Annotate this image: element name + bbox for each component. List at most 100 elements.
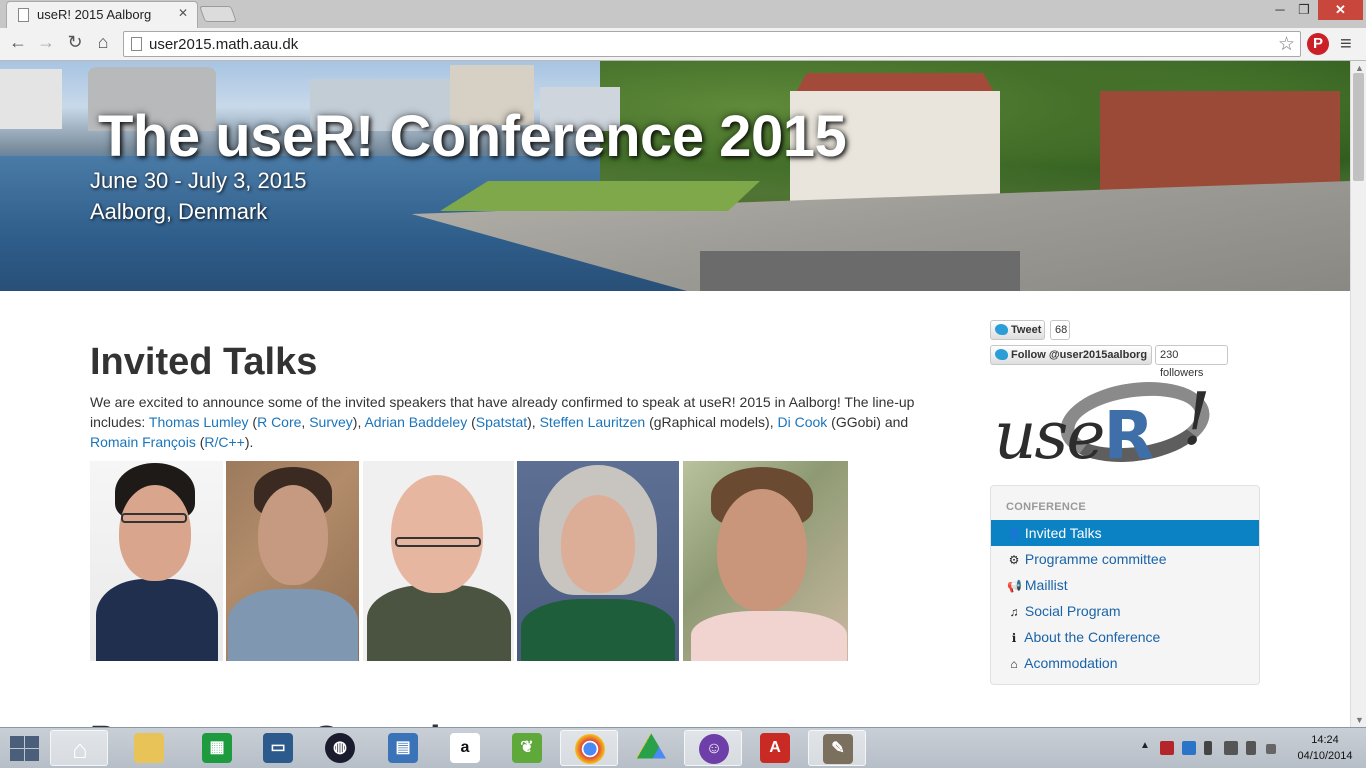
bookmark-star-icon[interactable]: ☆	[1278, 33, 1295, 56]
tray-expand-icon[interactable]: ▲	[1140, 740, 1154, 754]
taskbar-acrobat[interactable]: A	[746, 730, 804, 766]
scrollbar-thumb[interactable]	[1353, 73, 1364, 181]
taskbar-app-launcher[interactable]: ◍	[311, 730, 369, 766]
scroll-down-icon[interactable]: ▼	[1355, 715, 1364, 725]
logo-word: use	[994, 397, 1105, 474]
page-icon	[131, 37, 142, 51]
sidebar-item-maillist[interactable]: 📢 Maillist	[991, 572, 1259, 598]
user-logo: useR !	[990, 372, 1230, 483]
sidebar-item-about[interactable]: ℹ About the Conference	[991, 624, 1259, 650]
taskbar-gimp[interactable]: ✎	[808, 730, 866, 766]
taskbar-chrome[interactable]	[560, 730, 618, 766]
logo-exclamation: !	[1182, 377, 1211, 461]
hamburger-menu-icon[interactable]: ≡	[1340, 33, 1352, 56]
home-icon[interactable]: ⌂	[91, 32, 115, 53]
tweet-button[interactable]: Tweet	[990, 320, 1045, 340]
music-note-icon: ♫	[1009, 605, 1019, 619]
minimize-button[interactable]: ─	[1268, 0, 1292, 20]
browser-tab[interactable]: useR! 2015 Aalborg ✕	[6, 1, 198, 28]
scroll-up-icon[interactable]: ▲	[1355, 63, 1364, 73]
megaphone-icon: 📢	[1007, 579, 1022, 593]
link-spatstat[interactable]: Spatstat	[476, 414, 527, 430]
battery-icon[interactable]	[1204, 741, 1212, 755]
logo-text: useR	[994, 397, 1154, 474]
sidebar-item-invited-talks[interactable]: 👤 Invited Talks	[991, 520, 1259, 546]
windows-taskbar: ⌂ ▦ ▭ ◍ ▤ a ❦ ☺ A ✎ ▲ 14:24 04/10/2014	[0, 727, 1366, 768]
section-title: Programme Committee	[90, 719, 508, 727]
taskbar-messaging[interactable]: ▤	[374, 730, 432, 766]
taskbar-google-drive[interactable]	[622, 730, 680, 766]
volume-icon[interactable]	[1246, 741, 1256, 755]
taskbar-file-explorer[interactable]	[120, 730, 178, 766]
logo-r: R	[1103, 397, 1154, 474]
link-thomas-lumley[interactable]: Thomas Lumley	[149, 414, 249, 430]
taskbar-remote-desktop[interactable]: ▭	[249, 730, 307, 766]
intro-text: ),	[527, 414, 540, 430]
speaker-photo	[683, 461, 848, 661]
reload-icon[interactable]: ↻	[63, 32, 87, 53]
page-title: Invited Talks	[90, 341, 318, 383]
link-adrian-baddeley[interactable]: Adrian Baddeley	[364, 414, 467, 430]
tab-close-icon[interactable]: ✕	[178, 6, 188, 20]
chrome-icon	[575, 734, 605, 764]
flag-icon[interactable]	[1266, 744, 1276, 754]
forward-icon[interactable]: →	[34, 32, 58, 53]
link-r-core[interactable]: R Core	[257, 414, 301, 430]
sidebar-item-label: Invited Talks	[1024, 525, 1102, 541]
banner-quay	[700, 251, 1020, 291]
intro-text: (	[467, 414, 476, 430]
banner-title: The useR! Conference 2015	[98, 104, 847, 169]
header-banner: The useR! Conference 2015 June 30 - July…	[0, 61, 1350, 291]
taskbar-evernote[interactable]: ❦	[498, 730, 556, 766]
network-icon[interactable]	[1224, 741, 1238, 755]
start-button[interactable]	[8, 734, 40, 762]
back-icon[interactable]: ←	[6, 32, 30, 53]
folder-icon	[134, 733, 164, 763]
photo-face	[258, 485, 328, 585]
speaker-photo	[226, 461, 359, 661]
twitter-bird-icon	[995, 324, 1008, 335]
link-romain-francois[interactable]: Romain François	[90, 434, 196, 450]
browser-title-bar: useR! 2015 Aalborg ✕ ─ ❐ ✕	[0, 0, 1366, 28]
photo-body	[228, 589, 358, 661]
pinterest-icon[interactable]: P	[1307, 33, 1329, 55]
link-steffen-lauritzen[interactable]: Steffen Lauritzen	[540, 414, 646, 430]
follow-label: Follow @user2015aalborg	[1011, 349, 1148, 361]
clock-date: 04/10/2014	[1297, 750, 1353, 762]
sidebar-item-accommodation[interactable]: ⌂ Acommodation	[991, 650, 1259, 676]
speaker-photo	[363, 461, 514, 661]
photo-body	[96, 579, 218, 661]
taskbar-store[interactable]: ▦	[188, 730, 246, 766]
maximize-button[interactable]: ❐	[1292, 0, 1316, 20]
google-drive-icon	[636, 733, 666, 759]
evernote-icon: ❦	[512, 733, 542, 763]
taskbar-github[interactable]: ☺	[684, 730, 742, 766]
link-survey[interactable]: Survey	[309, 414, 353, 430]
user-icon: 👤	[1007, 527, 1022, 541]
link-di-cook[interactable]: Di Cook	[777, 414, 827, 430]
new-tab-button[interactable]	[199, 6, 237, 22]
app-launcher-icon: ◍	[325, 733, 355, 763]
gear-icon: ⚙	[1008, 553, 1020, 567]
address-bar[interactable]: user2015.math.aau.dk ☆	[123, 31, 1301, 57]
banner-dates: June 30 - July 3, 2015	[90, 168, 307, 193]
intro-paragraph: We are excited to announce some of the i…	[90, 392, 930, 452]
intro-text: (gRaphical models),	[645, 414, 778, 430]
sidebar-item-programme-committee[interactable]: ⚙ Programme committee	[991, 546, 1259, 572]
antivirus-icon[interactable]	[1160, 741, 1174, 755]
taskbar-clock[interactable]: 14:24 04/10/2014	[1290, 732, 1360, 764]
sidebar-item-label: Maillist	[1024, 577, 1068, 593]
close-window-button[interactable]: ✕	[1318, 0, 1363, 20]
url-text[interactable]: user2015.math.aau.dk	[149, 36, 298, 53]
taskbar-home-button[interactable]: ⌂	[50, 730, 108, 766]
sidebar-item-social-program[interactable]: ♫ Social Program	[991, 598, 1259, 624]
follow-button[interactable]: Follow @user2015aalborg	[990, 345, 1152, 365]
link-r-cpp[interactable]: R/C++	[204, 434, 244, 450]
clock-time: 14:24	[1311, 734, 1339, 746]
dropbox-icon[interactable]	[1182, 741, 1196, 755]
messaging-icon: ▤	[388, 733, 418, 763]
twitter-bird-icon	[995, 349, 1008, 360]
sidebar-nav: CONFERENCE 👤 Invited Talks ⚙ Programme c…	[990, 485, 1260, 685]
page-scrollbar[interactable]: ▲ ▼	[1350, 61, 1366, 727]
taskbar-amazon[interactable]: a	[436, 730, 494, 766]
